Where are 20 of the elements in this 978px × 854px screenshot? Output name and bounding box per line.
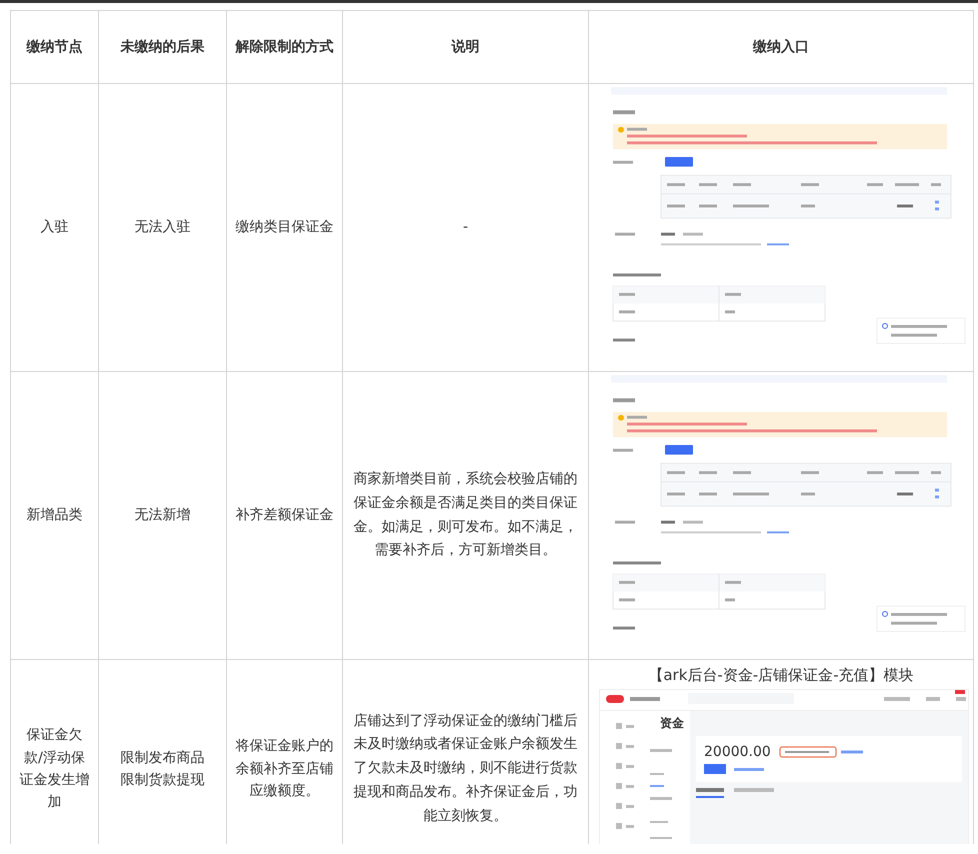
table-cell: 缴纳类目保证金 <box>226 84 342 372</box>
column-header: 缴纳入口 <box>588 10 974 84</box>
table-cell: 商家新增类目前，系统会校验店铺的保证金余额是否满足类目的类目保证金。如满足，则可发布。如不满足，需要补齐后，方可新增类目。 <box>342 372 588 660</box>
balance-amount: 20000.00 <box>704 744 771 760</box>
table-cell: 无法入驻 <box>98 84 226 372</box>
table-cell: 新增品类 <box>10 372 98 660</box>
section-title: 资金 <box>660 715 685 732</box>
column-header: 说明 <box>342 10 588 84</box>
cell-text: 限制货款提现 <box>120 771 204 790</box>
table-cell: - <box>342 84 588 372</box>
table-cell: 无法新增 <box>98 372 226 660</box>
column-header: 缴纳节点 <box>10 10 98 84</box>
table-cell: 补齐差额保证金 <box>226 372 342 660</box>
table-cell: 入驻 <box>10 84 98 372</box>
cell-text: 限制发布商品 <box>120 748 204 768</box>
button-row-drawing <box>704 764 764 774</box>
image-caption: 【ark后台-资金-店铺保证金-充值】模块 <box>647 665 915 686</box>
table-cell: 保证金欠款/浮动保证金发生增加 <box>10 660 98 844</box>
column-header: 解除限制的方式 <box>226 10 342 84</box>
column-header: 未缴纳的后果 <box>98 10 226 84</box>
